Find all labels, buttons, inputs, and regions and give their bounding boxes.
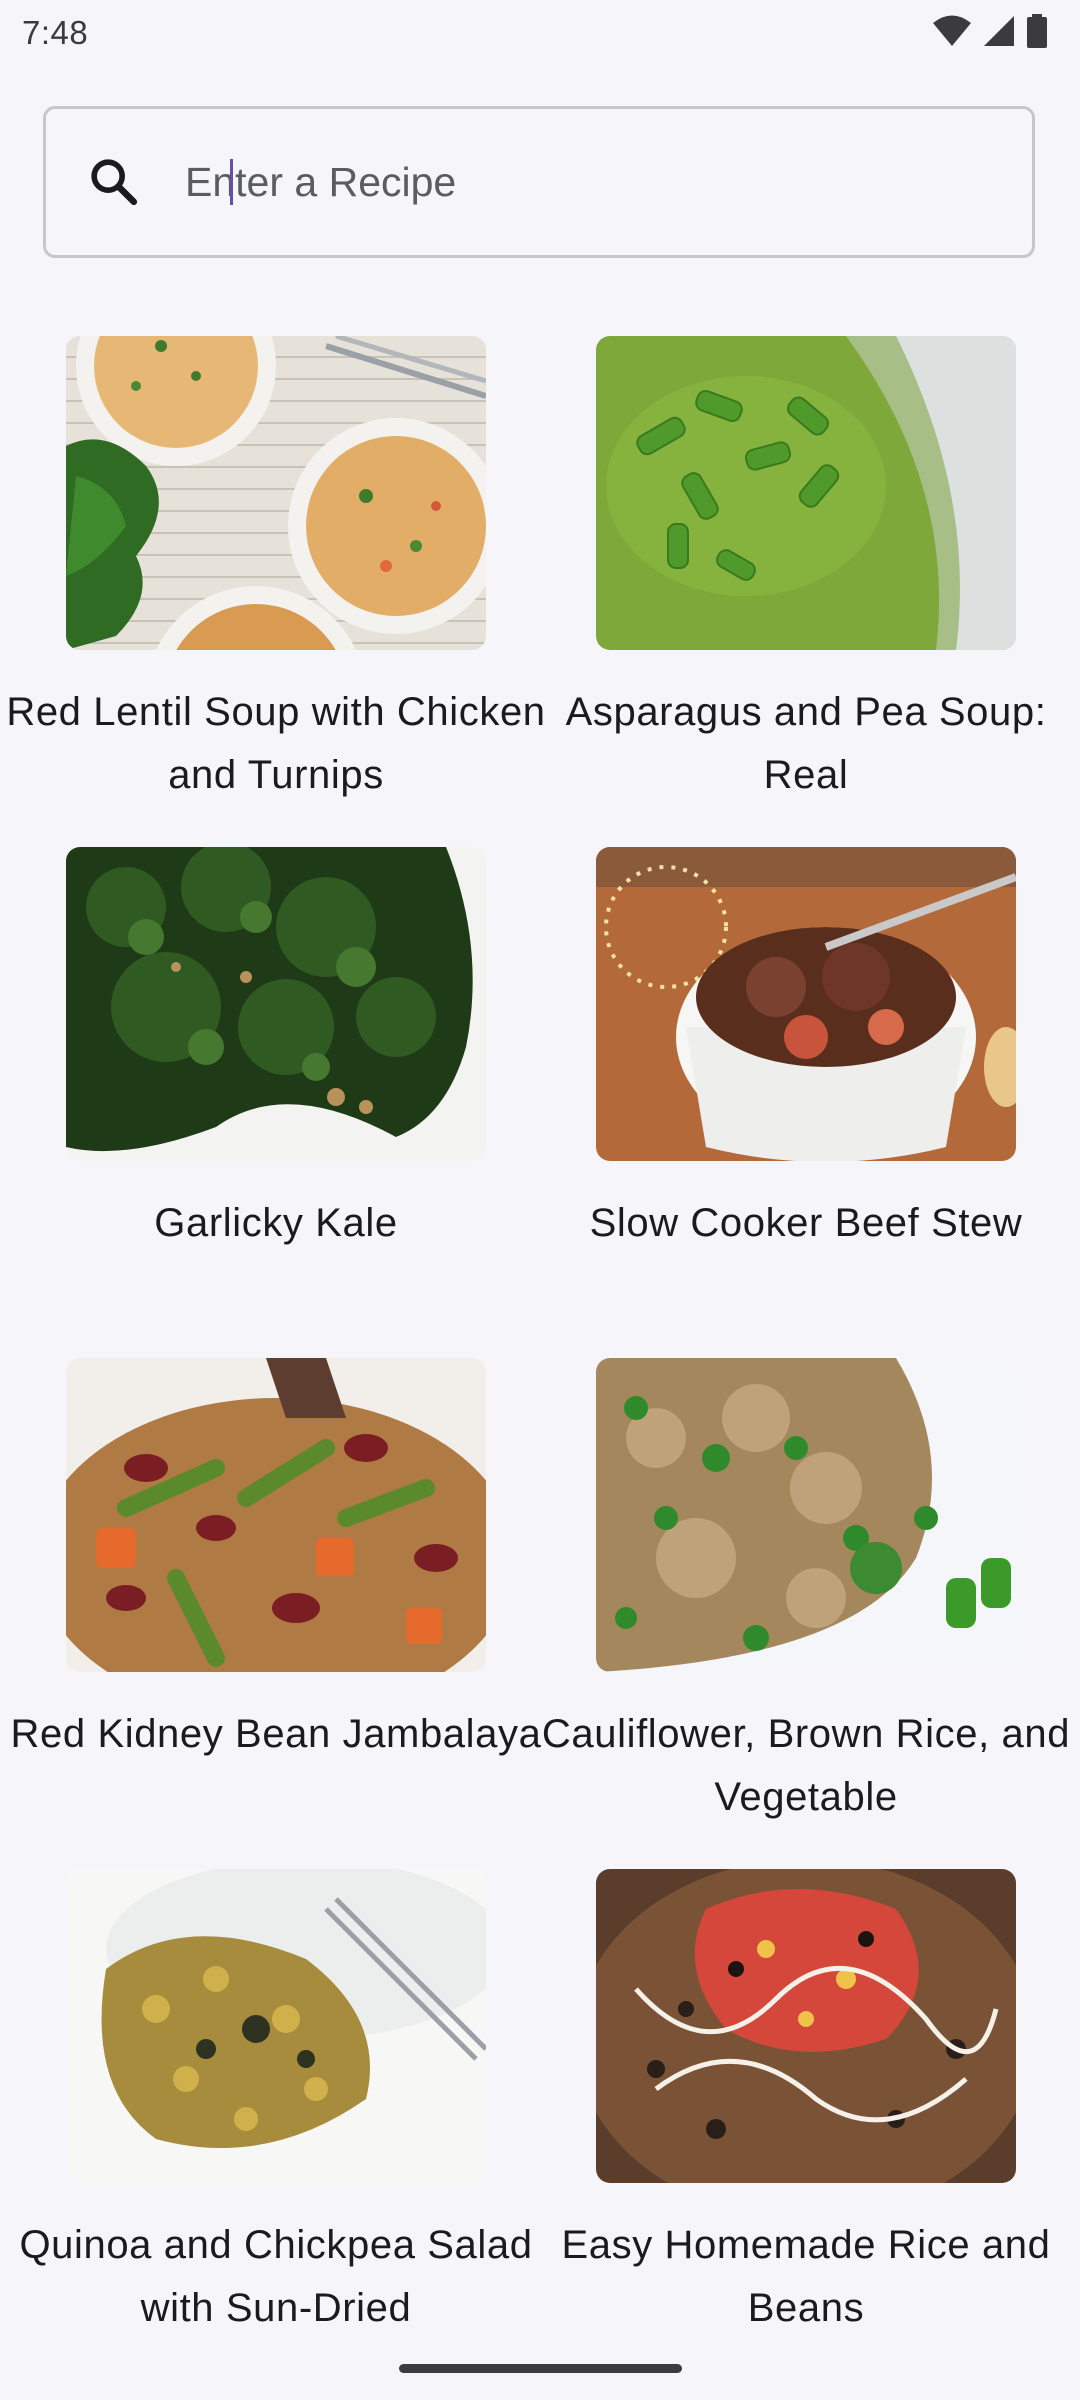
status-time: 7:48 <box>22 14 89 51</box>
recipe-image-beef-stew[interactable] <box>596 847 1016 1161</box>
recipe-title[interactable]: Slow Cooker Beef Stew <box>530 1192 1080 1255</box>
cellular-signal-icon <box>982 14 1016 48</box>
search-icon[interactable] <box>86 154 142 210</box>
recipe-image-kidney-bean-jambalaya[interactable] <box>66 1358 486 1672</box>
recipe-title[interactable]: Red Kidney Bean Jambalaya <box>0 1703 552 1766</box>
recipe-image-garlicky-kale[interactable] <box>66 847 486 1161</box>
recipe-title[interactable]: Asparagus and Pea Soup: Real <box>530 681 1080 807</box>
recipe-title[interactable]: Easy Homemade Rice and Beans <box>530 2214 1080 2340</box>
status-bar: 7:48 <box>0 0 1080 64</box>
recipe-title[interactable]: Quinoa and Chickpea Salad with Sun-Dried <box>0 2214 552 2340</box>
recipe-title[interactable]: Garlicky Kale <box>0 1192 552 1255</box>
wifi-icon <box>932 14 972 48</box>
recipe-image-lentil-soup[interactable] <box>66 336 486 650</box>
recipe-image-cauliflower-brown-rice[interactable] <box>596 1358 1016 1672</box>
search-input[interactable] <box>185 109 1005 255</box>
text-cursor <box>230 159 233 205</box>
recipe-search-field[interactable] <box>43 106 1035 258</box>
recipe-image-asparagus-soup[interactable] <box>596 336 1016 650</box>
recipe-image-quinoa-chickpea-salad[interactable] <box>66 1869 486 2183</box>
recipe-title[interactable]: Red Lentil Soup with Chicken and Turnips <box>0 681 552 807</box>
recipe-title[interactable]: Cauliflower, Brown Rice, and Vegetable <box>530 1703 1080 1829</box>
recipe-image-rice-and-beans[interactable] <box>596 1869 1016 2183</box>
gesture-navigation-handle[interactable] <box>399 2364 682 2373</box>
status-icons <box>932 14 1048 48</box>
battery-icon <box>1026 14 1048 48</box>
